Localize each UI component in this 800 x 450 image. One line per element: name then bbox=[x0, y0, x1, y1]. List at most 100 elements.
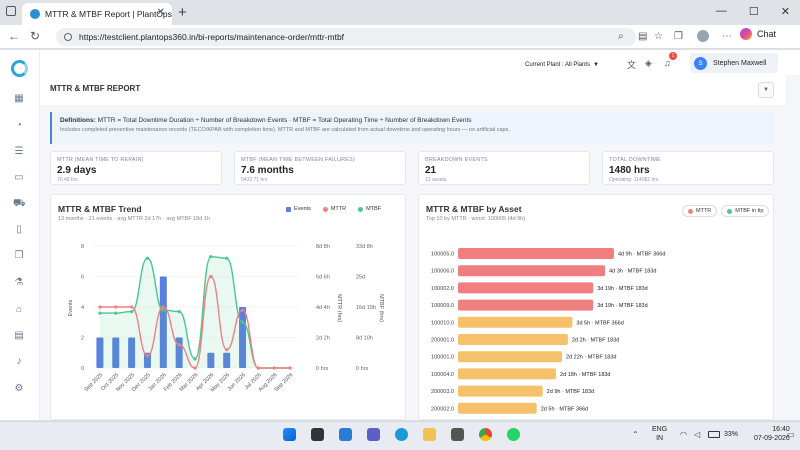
legend-asset-mttr[interactable]: MTTR bbox=[682, 205, 718, 217]
legend-mttr[interactable]: MTTR bbox=[322, 206, 346, 212]
kpi-card-breakdowns: BREAKDOWN EVENTS 21 13 assets bbox=[418, 151, 590, 185]
graduation-cap-icon[interactable]: ◈ bbox=[645, 58, 652, 69]
user-menu[interactable]: S Stephen Maxwell bbox=[690, 53, 778, 73]
mttr-point bbox=[256, 366, 260, 370]
new-tab-icon[interactable]: + bbox=[178, 4, 187, 21]
asset-bar bbox=[458, 248, 614, 259]
asset-bar bbox=[458, 299, 594, 311]
notification-bell-icon[interactable]: ♫ bbox=[664, 58, 671, 68]
asset-label: 100006.0 bbox=[431, 269, 454, 275]
gauge-icon[interactable]: ◔ bbox=[13, 120, 25, 132]
definitions-panel: Definitions: MTTR = Total Downtime Durat… bbox=[50, 112, 774, 144]
asset-bar bbox=[458, 334, 568, 345]
battery-percent: 33% bbox=[724, 431, 739, 438]
y-tick-mttr: 4d 4h bbox=[316, 305, 330, 311]
truck-icon[interactable]: ⛟ bbox=[13, 198, 26, 210]
bell-sidebar-icon[interactable]: ♪ bbox=[13, 356, 25, 368]
asset-bar-label: 4d 3h · MTBF 183d bbox=[609, 269, 656, 275]
dashboard-icon[interactable]: ▦ bbox=[13, 93, 25, 105]
user-avatar: S bbox=[694, 56, 707, 70]
mtbf-point bbox=[114, 311, 118, 315]
back-icon[interactable]: ← bbox=[8, 29, 20, 43]
asset-label: 100009.0 bbox=[431, 303, 454, 309]
notification-center-icon[interactable]: ▭ bbox=[787, 430, 795, 439]
archive-box-icon[interactable]: ▭ bbox=[13, 172, 25, 184]
y-tick-events: 4 bbox=[81, 305, 84, 311]
mttr-point bbox=[288, 366, 292, 370]
minimize-icon[interactable]: — bbox=[716, 5, 727, 18]
site-info-icon[interactable] bbox=[64, 33, 72, 41]
tray-chevron-icon[interactable]: ⌃ bbox=[632, 430, 639, 439]
app-icon[interactable] bbox=[451, 428, 464, 441]
reader-mode-icon[interactable]: ▤ bbox=[638, 31, 647, 42]
mttr-point bbox=[193, 366, 197, 370]
close-window-icon[interactable]: ✕ bbox=[781, 5, 790, 18]
copilot-icon bbox=[740, 28, 752, 40]
teams-icon[interactable] bbox=[367, 428, 380, 441]
asset-bar-label: 2d 22h · MTBF 183d bbox=[566, 355, 616, 361]
collapse-toggle-button[interactable]: ▼ bbox=[758, 82, 774, 98]
factory-icon[interactable]: ⌂ bbox=[13, 304, 25, 316]
outlook-icon[interactable] bbox=[339, 428, 352, 441]
chrome-icon[interactable] bbox=[479, 428, 492, 441]
y-axis-label-events: Events bbox=[68, 299, 74, 316]
plant-selector[interactable]: Current Plant : All Plants ▼ bbox=[522, 59, 599, 68]
browser-tab[interactable]: MTTR & MTBF Report | PlantOps ✕ bbox=[22, 3, 172, 25]
checklist-icon[interactable]: ☰ bbox=[13, 146, 25, 158]
definitions-note: Includes completed preventive maintenanc… bbox=[60, 127, 510, 133]
asset-label: 100002.0 bbox=[431, 286, 454, 292]
asset-bar bbox=[458, 351, 562, 363]
asset-chart-title: MTTR & MTBF by Asset bbox=[426, 204, 522, 214]
mttr-point bbox=[161, 305, 165, 309]
collections-icon[interactable]: ❐ bbox=[674, 31, 683, 42]
asset-bar-label: 2d 5h · MTBF 366d bbox=[541, 406, 588, 412]
profile-avatar-icon[interactable] bbox=[697, 30, 709, 42]
chevron-down-icon: ▼ bbox=[593, 62, 599, 68]
asset-chart: 100005.0 4d 9h · MTBF 366d 100006.0 4d 3h ·… bbox=[431, 248, 665, 414]
y-tick-events: 6 bbox=[81, 275, 84, 281]
legend-events[interactable]: Events bbox=[286, 206, 311, 212]
asset-bar bbox=[458, 368, 557, 380]
task-view-icon[interactable] bbox=[311, 428, 324, 441]
wifi-icon[interactable]: ◠ bbox=[680, 430, 687, 439]
search-page-icon[interactable]: ⌕ bbox=[618, 31, 624, 42]
copy-icon[interactable]: ❐ bbox=[13, 250, 25, 262]
asset-bar-label: 2d 9h · MTBF 183d bbox=[547, 389, 594, 395]
battery-icon[interactable] bbox=[708, 431, 720, 438]
more-menu-icon[interactable]: ⋯ bbox=[722, 31, 732, 42]
plantops-logo[interactable] bbox=[11, 60, 28, 77]
asset-bar bbox=[458, 402, 537, 414]
edge-icon[interactable] bbox=[395, 428, 408, 441]
notification-badge: 1 bbox=[669, 52, 677, 60]
whatsapp-icon[interactable] bbox=[507, 428, 520, 441]
start-menu-icon[interactable] bbox=[283, 428, 296, 441]
asset-bar-label: 2d 2h · MTBF 183d bbox=[572, 338, 619, 344]
tab-menu-icon[interactable] bbox=[6, 6, 16, 16]
language-indicator[interactable]: ENG IN bbox=[652, 425, 667, 443]
url-bar[interactable]: https://testclient.plantops360.in/bi-rep… bbox=[56, 28, 636, 46]
document-icon[interactable]: ▯ bbox=[13, 224, 25, 236]
y-axis-label-mttr: MTTR (hrs) bbox=[336, 294, 342, 322]
maximize-icon[interactable]: ☐ bbox=[749, 5, 759, 18]
y-tick-events: 2 bbox=[81, 336, 84, 342]
asset-label: 100004.0 bbox=[431, 372, 454, 378]
favorite-star-icon[interactable]: ☆ bbox=[654, 31, 663, 42]
file-explorer-icon[interactable] bbox=[423, 428, 436, 441]
flask-icon[interactable]: ⚗ bbox=[13, 277, 25, 289]
asset-bar bbox=[458, 265, 606, 277]
y-tick-mtbf: 16d 19h bbox=[356, 305, 376, 311]
legend-mtbf[interactable]: MTBF bbox=[358, 206, 381, 212]
asset-bar bbox=[458, 282, 594, 294]
report-icon[interactable]: ▤ bbox=[13, 330, 25, 342]
settings-gear-icon[interactable]: ⚙ bbox=[13, 383, 25, 395]
asset-label: 200002.0 bbox=[431, 406, 454, 412]
close-tab-icon[interactable]: ✕ bbox=[157, 7, 165, 18]
asset-bar-label: 3d 19h · MTBF 183d bbox=[597, 303, 647, 309]
translate-icon[interactable]: 文 bbox=[627, 58, 636, 71]
legend-asset-mtbf[interactable]: MTBF in tip bbox=[721, 205, 770, 217]
refresh-icon[interactable]: ↻ bbox=[30, 29, 40, 43]
volume-icon[interactable]: ◁ bbox=[694, 430, 700, 439]
copilot-chat-button[interactable]: Chat bbox=[740, 28, 776, 40]
system-clock[interactable]: 16:40 07-09-2026 bbox=[754, 425, 790, 443]
mttr-point bbox=[240, 308, 245, 312]
